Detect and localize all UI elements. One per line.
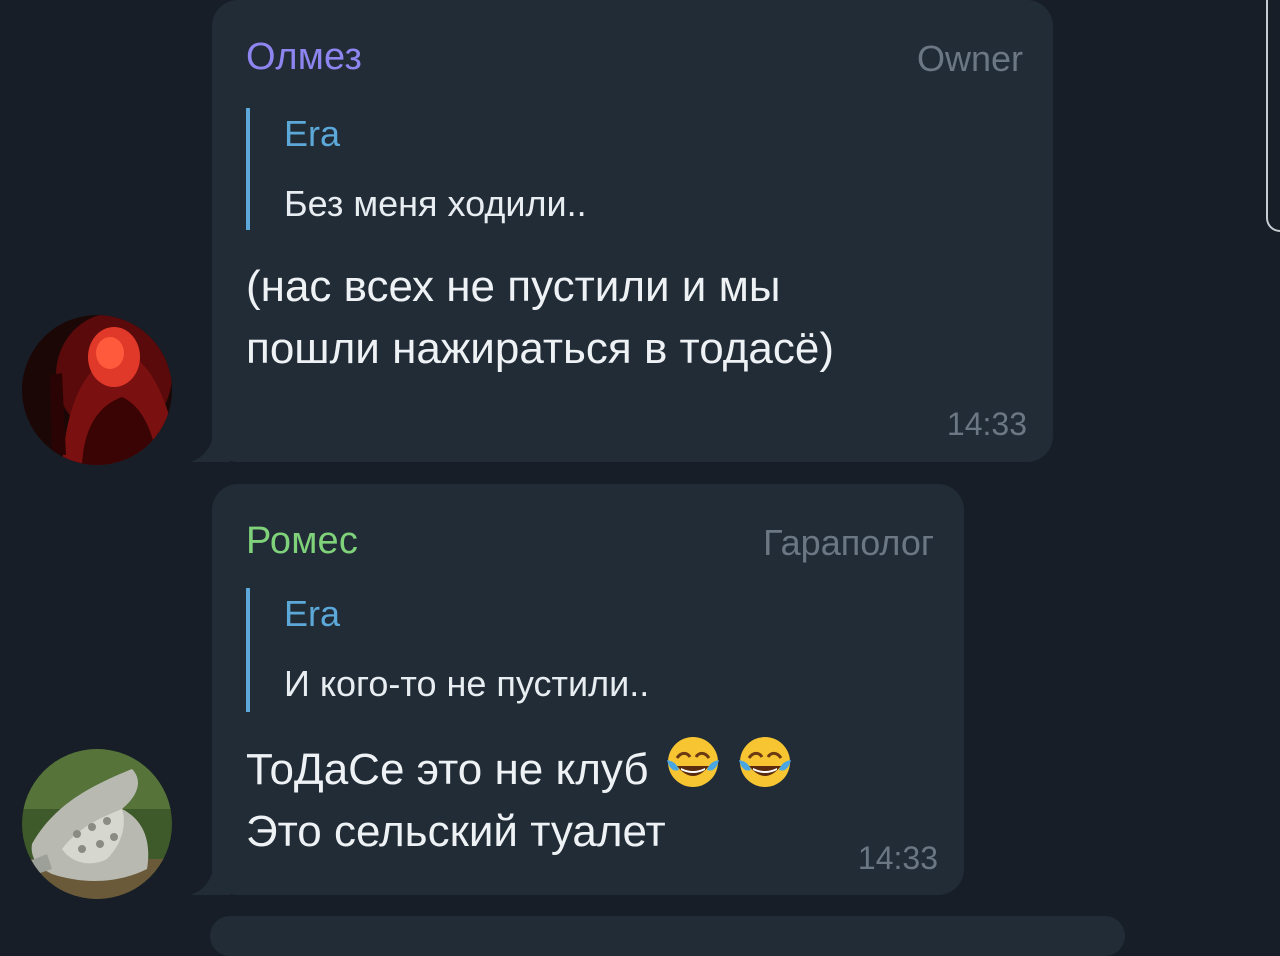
reply-quote[interactable]: Era Без меня ходили.. [246,108,587,230]
message-line: ТоДаСе это не клуб [246,745,649,794]
face-with-tears-of-joy-icon [739,737,792,787]
message-line: (нас всех не пустили и мы [246,262,781,311]
avatar-olmez[interactable] [22,315,172,465]
reply-author: Era [284,593,341,634]
scrollbar-edge[interactable] [1266,0,1280,232]
face-with-tears-of-joy-icon [666,737,719,787]
author-role-badge: Гараполог [763,522,934,563]
message-text: ТоДаСе это не клуб Это сельский туалет [246,734,793,863]
bubble-tail [190,432,230,462]
message-line-with-emoji: ТоДаСе это не клуб [246,734,793,801]
message-author[interactable]: Олмез [246,36,362,79]
reply-text: И кого-то не пустили.. [284,663,650,704]
message-bubble[interactable]: Олмез Owner Era Без меня ходили.. (нас в… [190,0,1053,462]
reply-text: Без меня ходили.. [284,183,587,224]
reply-author: Era [284,113,341,154]
message-author[interactable]: Ромес [246,520,358,563]
message-line: Это сельский туалет [246,807,666,856]
message-bubble[interactable]: Ромес Гараполог Era И кого-то не пустили… [190,484,964,895]
message-line: пошли нажираться в тодасё) [246,324,834,373]
avatar-romes[interactable] [22,749,172,899]
next-message-bubble[interactable] [210,916,1125,956]
message-time: 14:33 [857,840,938,876]
message-time: 14:33 [946,406,1027,442]
red-hood-avatar [22,315,172,465]
message-text: (нас всех не пустили и мы пошли нажирать… [246,256,834,380]
reply-quote[interactable]: Era И кого-то не пустили.. [246,588,649,712]
bubble-tail [190,865,230,895]
crocodile-avatar [22,749,172,899]
author-role-badge: Owner [916,38,1023,79]
